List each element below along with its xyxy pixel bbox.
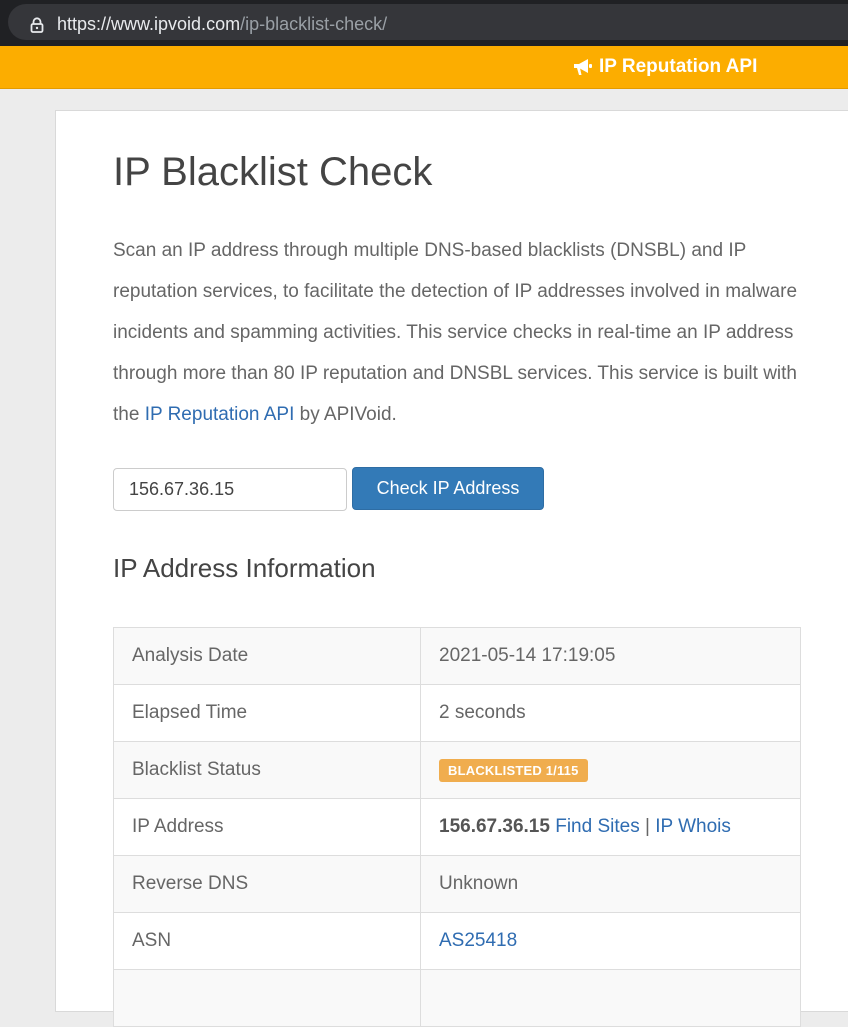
ip-information-table: Analysis Date 2021-05-14 17:19:05 Elapse… — [113, 627, 801, 1027]
description-text-2: by APIVoid. — [294, 404, 397, 425]
page-description: Scan an IP address through multiple DNS-… — [113, 230, 803, 435]
reverse-dns-value: Unknown — [420, 855, 801, 913]
top-banner: IP Reputation API — [0, 46, 848, 89]
url-field[interactable]: https://www.ipvoid.com/ip-blacklist-chec… — [8, 4, 848, 40]
elapsed-time-label: Elapsed Time — [113, 684, 421, 742]
elapsed-time-value: 2 seconds — [420, 684, 801, 742]
blacklist-status-badge: BLACKLISTED 1/115 — [439, 758, 588, 782]
analysis-date-label: Analysis Date — [113, 627, 421, 685]
asn-cell: AS25418 — [420, 912, 801, 970]
url-path: /ip-blacklist-check/ — [240, 14, 388, 34]
blacklist-status-label: Blacklist Status — [113, 741, 421, 799]
blacklist-status-cell: BLACKLISTED 1/115 — [420, 741, 801, 799]
ip-whois-link[interactable]: IP Whois — [655, 816, 731, 837]
asn-label: ASN — [113, 912, 421, 970]
ip-address-label: IP Address — [113, 798, 421, 856]
api-link-label: IP Reputation API — [599, 56, 758, 77]
page-title: IP Blacklist Check — [113, 150, 433, 194]
table-row: Reverse DNS Unknown — [113, 855, 801, 913]
ip-information-heading: IP Address Information — [113, 553, 376, 583]
ip-address-value: 156.67.36.15 — [439, 816, 550, 837]
browser-address-bar: https://www.ipvoid.com/ip-blacklist-chec… — [0, 0, 848, 46]
description-text-1: Scan an IP address through multiple DNS-… — [113, 240, 798, 425]
ip-address-input[interactable] — [113, 468, 347, 511]
table-cell — [420, 969, 801, 1027]
megaphone-icon — [574, 59, 592, 75]
reverse-dns-label: Reverse DNS — [113, 855, 421, 913]
find-sites-link[interactable]: Find Sites — [555, 816, 639, 837]
check-ip-address-button[interactable]: Check IP Address — [352, 467, 544, 510]
asn-link[interactable]: AS25418 — [439, 930, 517, 951]
link-separator: | — [645, 816, 650, 837]
table-cell — [113, 969, 421, 1027]
table-row: Analysis Date 2021-05-14 17:19:05 — [113, 627, 801, 685]
table-row: Elapsed Time 2 seconds — [113, 684, 801, 742]
table-row: Blacklist Status BLACKLISTED 1/115 — [113, 741, 801, 799]
analysis-date-value: 2021-05-14 17:19:05 — [420, 627, 801, 685]
table-row: ASN AS25418 — [113, 912, 801, 970]
table-row: IP Address 156.67.36.15 Find Sites | IP … — [113, 798, 801, 856]
url-text: https://www.ipvoid.com/ip-blacklist-chec… — [57, 14, 387, 35]
table-row — [113, 969, 801, 1027]
url-host: https://www.ipvoid.com — [57, 14, 241, 34]
ip-address-cell: 156.67.36.15 Find Sites | IP Whois — [420, 798, 801, 856]
ip-reputation-api-inline-link[interactable]: IP Reputation API — [145, 404, 295, 425]
ip-reputation-api-link[interactable]: IP Reputation API — [573, 56, 757, 78]
lock-icon — [30, 17, 44, 33]
